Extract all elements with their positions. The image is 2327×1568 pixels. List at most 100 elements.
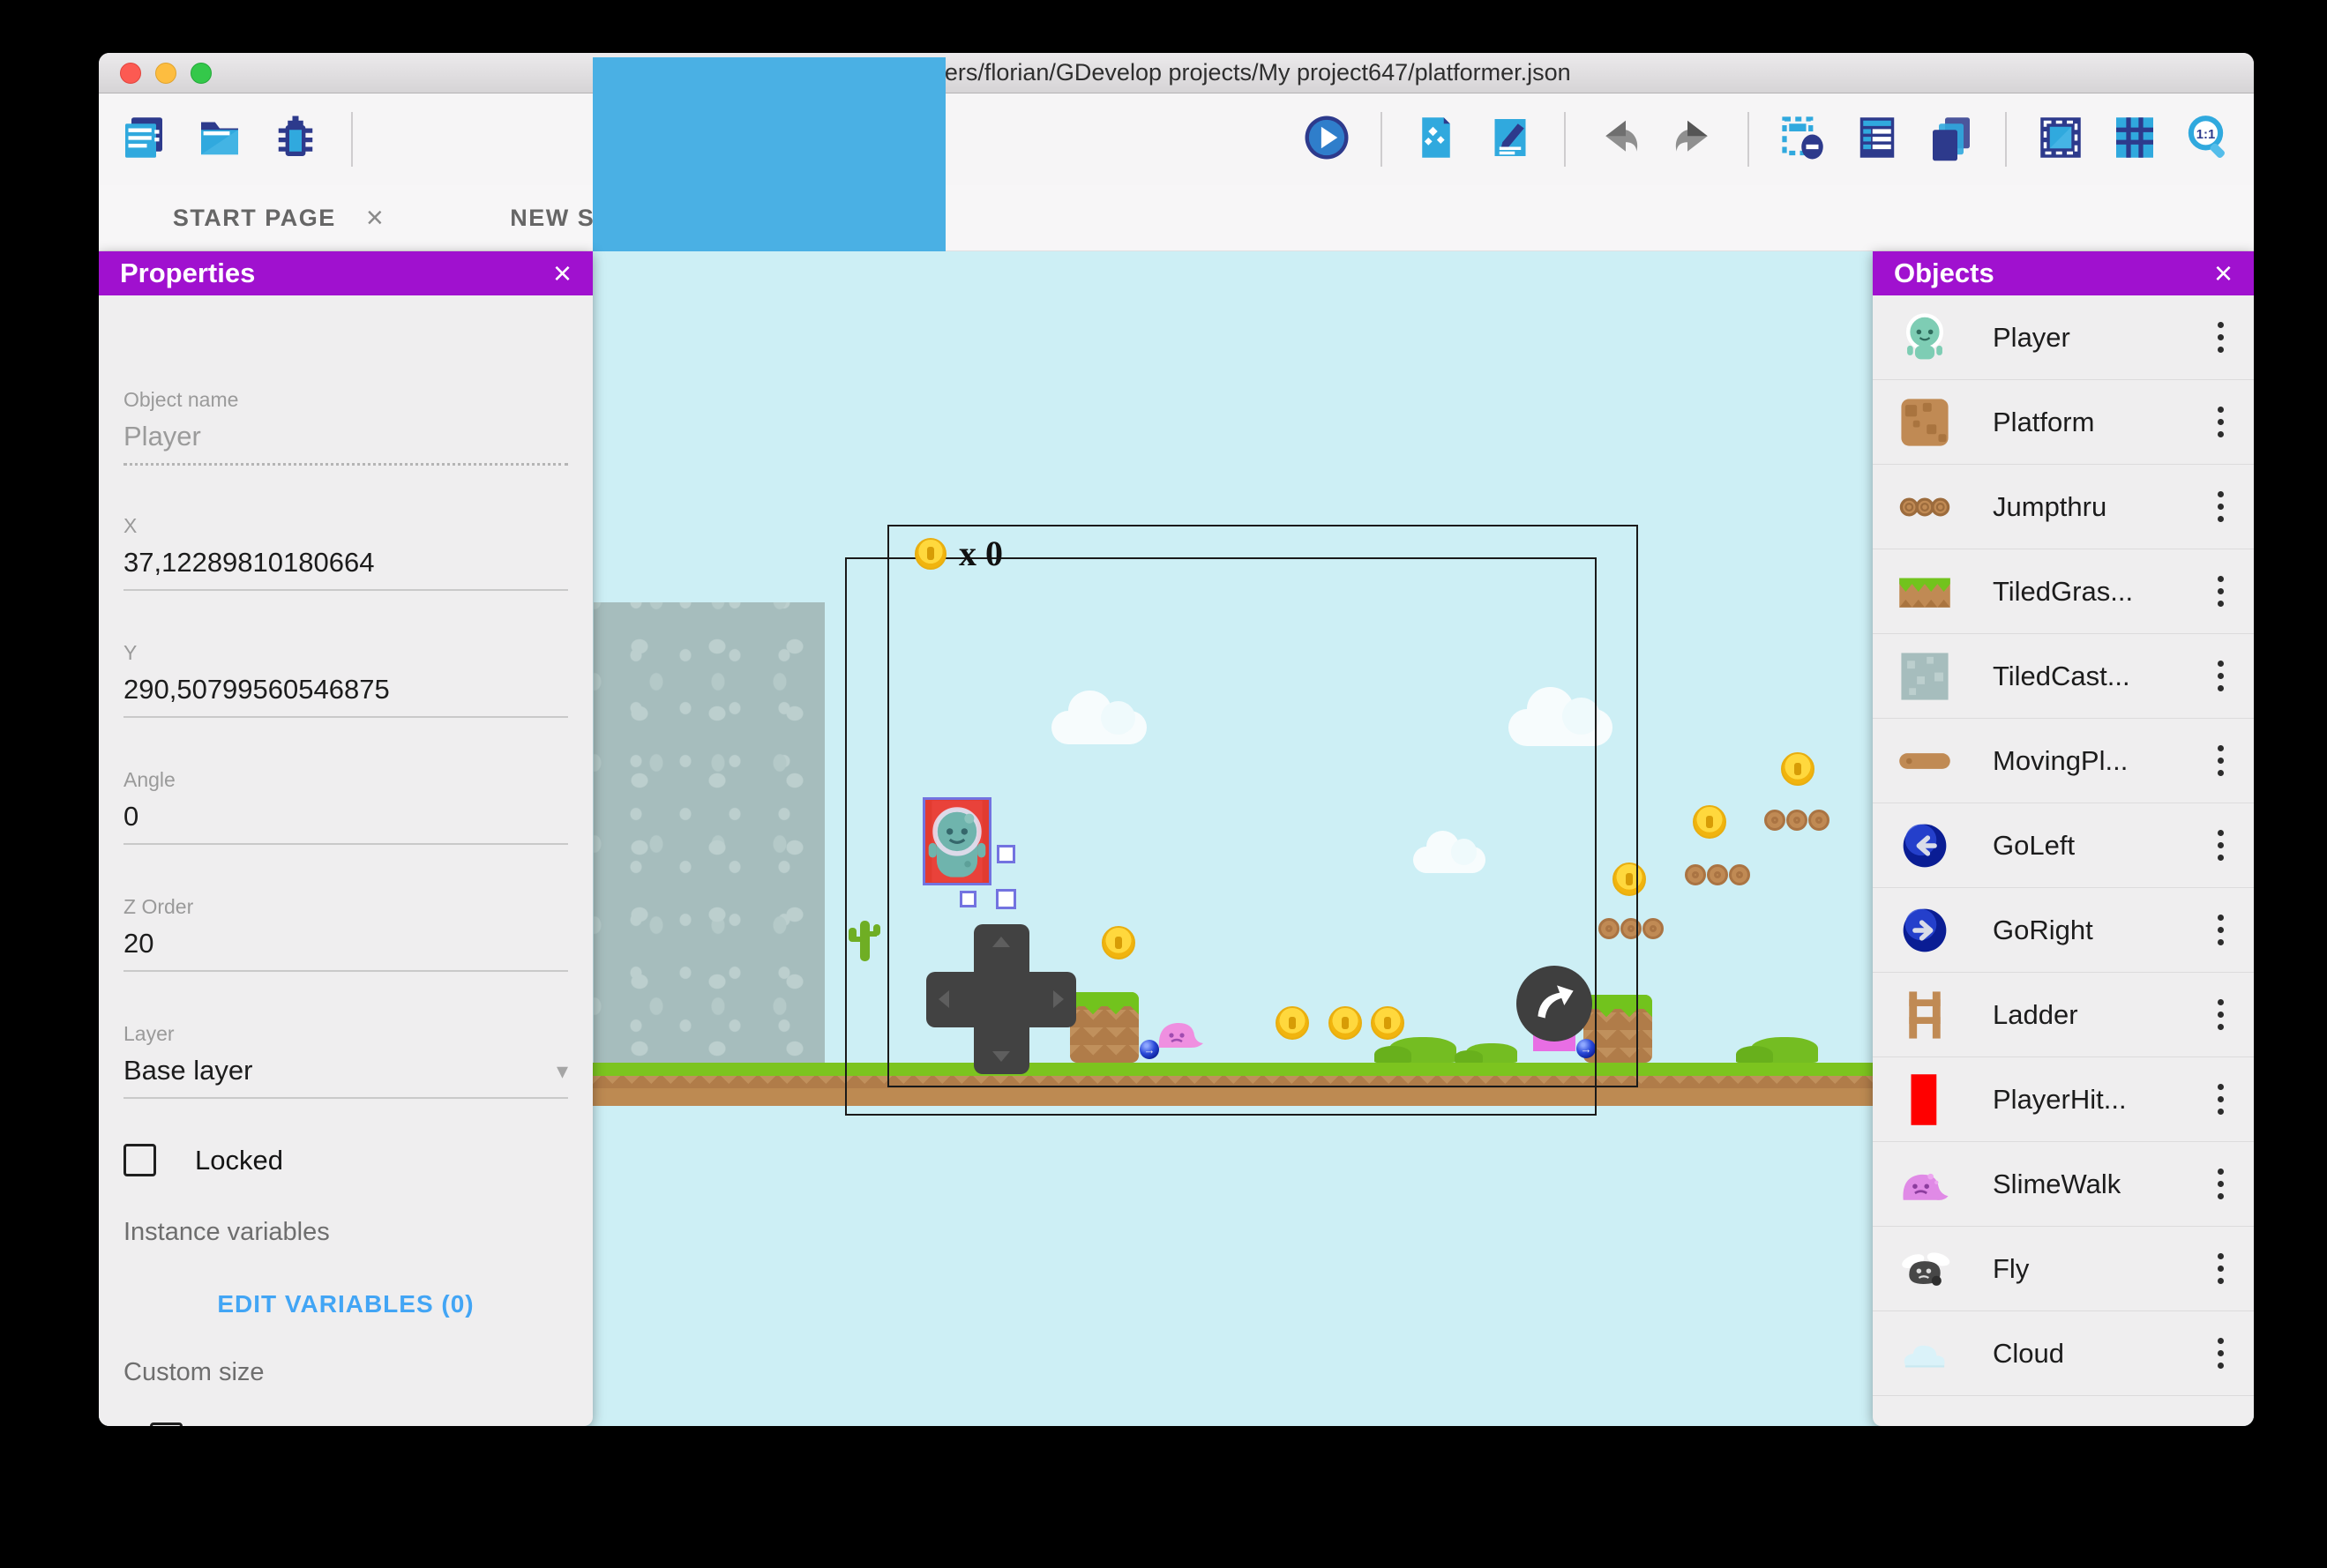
object-row-jumpthru[interactable]: Jumpthru xyxy=(1873,465,2254,549)
tab-bar: START PAGE × NEW SCENE × NEW SCENE (EVEN… xyxy=(99,185,2254,251)
jumpthru-log-sprite[interactable] xyxy=(1764,810,1785,831)
edit-scene-icon xyxy=(1485,113,1535,167)
zoom-button[interactable]: 1:1 xyxy=(2183,114,2234,165)
export-button[interactable] xyxy=(1410,114,1462,165)
movingplatform-icon xyxy=(1897,734,1952,788)
grid-button[interactable] xyxy=(2109,114,2160,165)
zorder-field: Z Order xyxy=(123,895,568,972)
y-input[interactable] xyxy=(123,674,568,718)
angle-label: Angle xyxy=(123,768,568,792)
x-input[interactable] xyxy=(123,547,568,591)
object-row-playerhit[interactable]: PlayerHit... xyxy=(1873,1057,2254,1142)
object-menu-button[interactable] xyxy=(2203,317,2238,358)
object-name-input[interactable] xyxy=(123,421,568,466)
object-label: SlimeWalk xyxy=(1993,1169,2203,1200)
coin-sprite[interactable] xyxy=(1693,805,1726,839)
zoom-window-button[interactable] xyxy=(191,63,212,84)
close-icon[interactable]: × xyxy=(553,255,572,292)
jumpthru-log-sprite[interactable] xyxy=(1808,810,1829,831)
object-menu-button[interactable] xyxy=(2203,655,2238,697)
object-menu-button[interactable] xyxy=(2203,825,2238,866)
object-row-movingpl[interactable]: MovingPl... xyxy=(1873,719,2254,803)
object-row-goright[interactable]: GoRight xyxy=(1873,888,2254,973)
enabled-label: Enabled? xyxy=(221,1423,337,1427)
bush-sprite[interactable] xyxy=(1751,1037,1818,1063)
project-manager-button[interactable] xyxy=(118,114,169,165)
object-row-slimewalk[interactable]: SlimeWalk xyxy=(1873,1142,2254,1227)
locked-checkbox[interactable] xyxy=(123,1144,156,1176)
object-menu-button[interactable] xyxy=(2203,1163,2238,1205)
castle-wall-sprite[interactable] xyxy=(594,602,825,1063)
object-row-platform[interactable]: Platform xyxy=(1873,380,2254,465)
jumpthru-log-sprite[interactable] xyxy=(1707,864,1728,885)
object-row-fly[interactable]: Fly xyxy=(1873,1227,2254,1311)
goleft-icon xyxy=(1897,818,1952,873)
object-label: Cloud xyxy=(1993,1338,2203,1370)
enabled-row: Enabled? xyxy=(150,1422,337,1426)
properties-panel-title: Properties xyxy=(120,258,255,289)
object-menu-button[interactable] xyxy=(2203,1248,2238,1289)
main-toolbar: 1:1 xyxy=(99,93,2254,185)
cloud-icon xyxy=(1897,1326,1952,1381)
custom-size-enabled-checkbox[interactable] xyxy=(150,1422,183,1426)
jumpthru-log-sprite[interactable] xyxy=(1786,810,1807,831)
undo-icon xyxy=(1595,113,1644,167)
layer-field: Layer Base layer ▾ xyxy=(123,1022,568,1099)
object-label: Player xyxy=(1993,322,2203,354)
object-menu-button[interactable] xyxy=(2203,994,2238,1035)
object-menu-button[interactable] xyxy=(2203,401,2238,443)
jumpthru-log-sprite[interactable] xyxy=(1685,864,1706,885)
mask-icon xyxy=(2036,113,2085,167)
object-menu-button[interactable] xyxy=(2203,1079,2238,1120)
minimize-window-button[interactable] xyxy=(155,63,176,84)
object-row-ladder[interactable]: Ladder xyxy=(1873,973,2254,1057)
zorder-label: Z Order xyxy=(123,895,568,919)
delete-instances-button[interactable] xyxy=(1777,114,1829,165)
undo-button[interactable] xyxy=(1594,114,1645,165)
jumpthru-log-sprite[interactable] xyxy=(1642,918,1664,939)
open-project-button[interactable] xyxy=(194,114,245,165)
toolbar-separator xyxy=(1747,112,1749,167)
object-menu-button[interactable] xyxy=(2203,486,2238,527)
angle-input[interactable] xyxy=(123,801,568,845)
object-menu-button[interactable] xyxy=(2203,571,2238,612)
object-row-player[interactable]: Player xyxy=(1873,295,2254,380)
hud-coin-counter: x 0 xyxy=(915,533,1003,574)
objects-list: Player Platform Jumpthru TiledGras... Ti… xyxy=(1873,295,2254,1396)
tab-start-page[interactable]: START PAGE × xyxy=(99,185,459,250)
layer-label: Layer xyxy=(123,1022,568,1046)
layer-select[interactable]: Base layer ▾ xyxy=(123,1055,568,1099)
coin-sprite[interactable] xyxy=(1781,752,1814,786)
edit-scene-button[interactable] xyxy=(1485,114,1536,165)
fly-icon xyxy=(1897,1242,1952,1296)
jumpthru-log-sprite[interactable] xyxy=(1729,864,1750,885)
export-icon xyxy=(1411,113,1461,167)
object-menu-button[interactable] xyxy=(2203,1333,2238,1374)
object-row-tiledcast[interactable]: TiledCast... xyxy=(1873,634,2254,719)
mask-button[interactable] xyxy=(2035,114,2086,165)
close-window-button[interactable] xyxy=(120,63,141,84)
tab-label: START PAGE xyxy=(173,205,336,232)
play-icon xyxy=(1302,113,1351,167)
object-menu-button[interactable] xyxy=(2203,909,2238,951)
instances-list-button[interactable] xyxy=(1852,114,1903,165)
object-row-goleft[interactable]: GoLeft xyxy=(1873,803,2254,888)
close-icon[interactable]: × xyxy=(2214,255,2233,292)
debugger-button[interactable] xyxy=(270,114,321,165)
scene-canvas[interactable]: →→ x 0 xyxy=(593,256,1873,1426)
toolbar-separator xyxy=(2005,112,2007,167)
instances-list-icon xyxy=(1852,113,1902,167)
layers-button[interactable] xyxy=(1926,114,1977,165)
tab-close-icon[interactable]: × xyxy=(366,201,385,235)
object-menu-button[interactable] xyxy=(2203,740,2238,781)
redo-button[interactable] xyxy=(1668,114,1719,165)
object-label: GoRight xyxy=(1993,915,2203,946)
object-row-cloud[interactable]: Cloud xyxy=(1873,1311,2254,1396)
zorder-input[interactable] xyxy=(123,928,568,972)
locked-label: Locked xyxy=(195,1145,283,1176)
object-row-tiledgras[interactable]: TiledGras... xyxy=(1873,549,2254,634)
y-label: Y xyxy=(123,641,568,665)
edit-variables-button[interactable]: EDIT VARIABLES (0) xyxy=(99,1290,593,1318)
editor-content: →→ x 0 Properties × Object name X xyxy=(99,251,2254,1426)
play-button[interactable] xyxy=(1301,114,1352,165)
